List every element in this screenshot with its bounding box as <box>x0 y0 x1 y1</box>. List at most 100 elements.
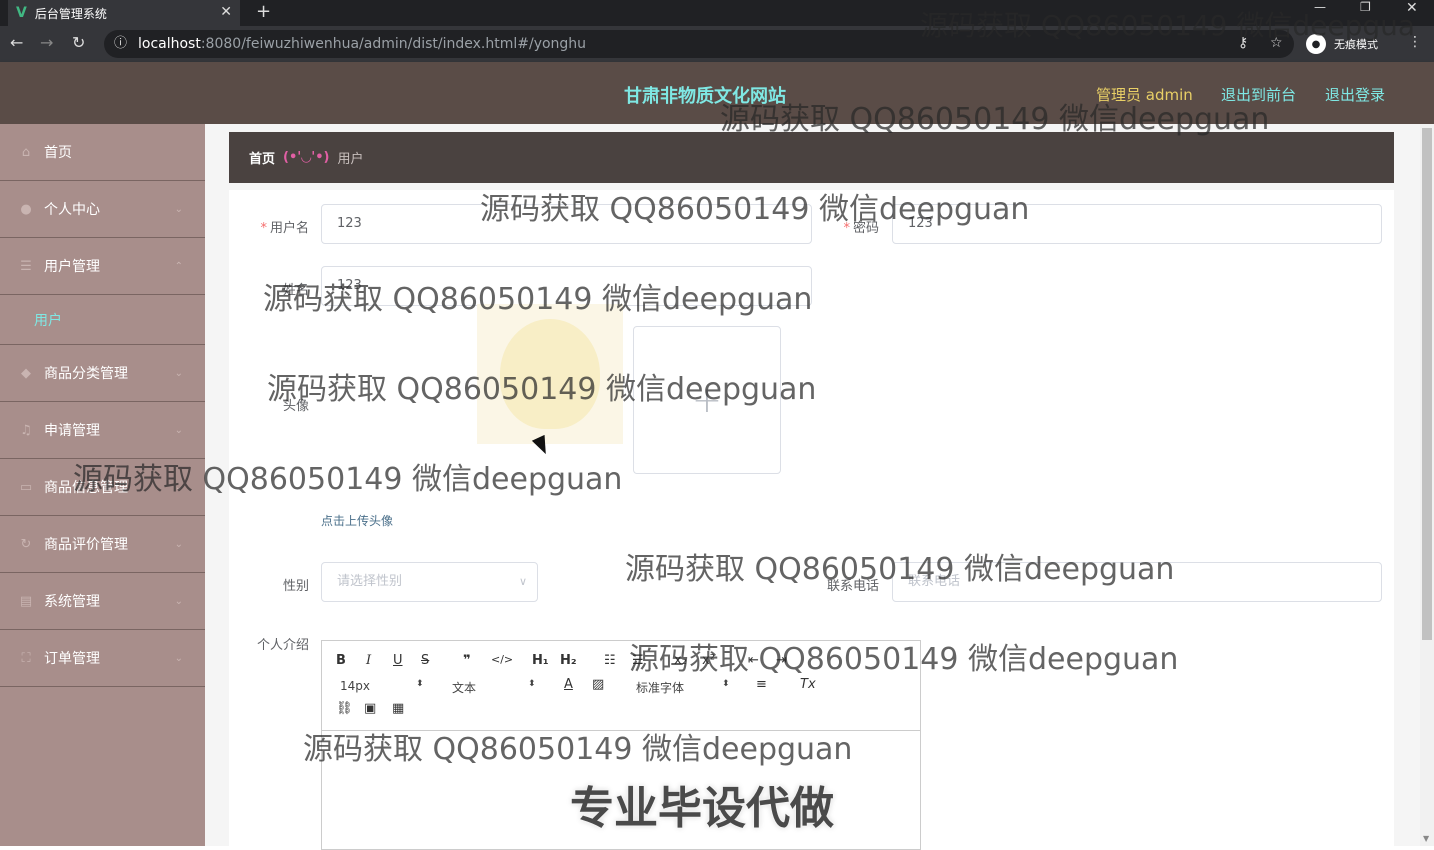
gender-select[interactable]: 请选择性别 ∨ <box>321 562 538 602</box>
sidebar-item-users[interactable]: 用户 <box>0 295 205 345</box>
sidebar: ⌂ 首页 ● 个人中心 ⌄ ☰ 用户管理 ⌃ 用户 ◆ 商品分类管理 ⌄ ♫ 申… <box>0 124 205 846</box>
rich-text-editor: B I U S ❞ </> H₁ H₂ ☷ ☰ x₂ x² ⇤ ⇥ 14px ⬍ … <box>321 640 921 850</box>
plus-icon: + <box>691 379 723 421</box>
sidebar-item-application-management[interactable]: ♫ 申请管理 ⌄ <box>0 402 205 459</box>
subscript-icon[interactable]: x₂ <box>674 653 687 668</box>
editor-content-area[interactable] <box>322 731 920 849</box>
exit-to-front-link[interactable]: 退出到前台 <box>1221 84 1296 105</box>
main-content: 首页 (•'◡'•) 用户 * 用户名 123 * 密码 123 姓名 123 头像… <box>205 124 1420 850</box>
bold-icon[interactable]: B <box>336 653 346 668</box>
font-color-icon[interactable]: A <box>564 677 573 692</box>
username-input[interactable]: 123 <box>321 204 812 244</box>
password-input[interactable]: 123 <box>892 204 1382 244</box>
background-color-icon[interactable]: ▨ <box>592 677 604 692</box>
italic-icon[interactable]: I <box>366 653 371 668</box>
minimize-icon[interactable]: — <box>1314 0 1326 14</box>
site-title: 甘肃非物质文化网站 <box>624 86 786 107</box>
superscript-icon[interactable]: x² <box>702 653 715 668</box>
breadcrumb: 首页 (•'◡'•) 用户 <box>229 132 1394 183</box>
sidebar-item-category-management[interactable]: ◆ 商品分类管理 ⌄ <box>0 345 205 402</box>
new-tab-icon[interactable]: + <box>256 1 271 22</box>
browser-menu-icon[interactable]: ⋮ <box>1408 34 1422 50</box>
key-icon[interactable]: ⚷ <box>1238 35 1248 51</box>
logout-link[interactable]: 退出登录 <box>1325 84 1385 105</box>
restore-icon[interactable]: ❐ <box>1360 0 1371 14</box>
avatar-upload-button[interactable]: + <box>633 326 781 474</box>
font-size-select[interactable]: 14px ⬍ <box>340 679 424 693</box>
reload-icon[interactable]: ↻ <box>72 33 85 52</box>
phone-label: 联系电话 <box>826 579 879 594</box>
incognito-badge[interactable]: ● 无痕模式 <box>1306 30 1378 58</box>
incognito-icon: ● <box>1306 34 1326 54</box>
site-info-icon[interactable]: ⓘ <box>114 30 127 58</box>
sidebar-item-home[interactable]: ⌂ 首页 <box>0 124 205 181</box>
code-block-icon[interactable]: </> <box>491 653 513 666</box>
admin-label: 管理员 admin <box>1096 86 1193 104</box>
chevron-down-icon: ⌄ <box>174 481 183 493</box>
sidebar-item-review-management[interactable]: ↻ 商品评价管理 ⌄ <box>0 516 205 573</box>
app-header: 甘肃非物质文化网站 管理员 admin 退出到前台 退出登录 <box>0 62 1434 124</box>
h2-icon[interactable]: H₂ <box>560 653 577 668</box>
forward-icon[interactable]: → <box>40 33 53 52</box>
sidebar-item-label: 商品分类管理 <box>44 366 128 382</box>
breadcrumb-current: 用户 <box>337 152 364 167</box>
sidebar-item-label: 用户管理 <box>44 259 100 275</box>
sidebar-item-label: 申请管理 <box>44 423 100 439</box>
strike-icon[interactable]: S <box>421 653 429 668</box>
sidebar-item-system-management[interactable]: ▤ 系统管理 ⌄ <box>0 573 205 630</box>
clear-format-icon[interactable]: Tx <box>800 677 816 692</box>
updown-icon: ⬍ <box>722 679 730 689</box>
name-input[interactable]: 123 <box>321 266 812 306</box>
indent-icon[interactable]: ⇥ <box>776 653 787 668</box>
chevron-down-icon: ⌄ <box>174 595 183 607</box>
h1-icon[interactable]: H₁ <box>532 653 549 668</box>
chevron-down-icon: ⌄ <box>174 538 183 550</box>
close-tab-icon[interactable]: ✕ <box>220 4 232 20</box>
chevron-down-icon: ⌄ <box>174 367 183 379</box>
block-type-select[interactable]: 文本 ⬍ <box>452 679 536 696</box>
gender-placeholder: 请选择性别 <box>337 574 403 589</box>
page-scrollbar[interactable]: ▼ <box>1420 124 1434 846</box>
calendar-icon: ▤ <box>19 593 33 609</box>
browser-tab[interactable]: V 后台管理系统 ✕ <box>8 0 240 26</box>
menu-icon: ☰ <box>20 258 32 274</box>
mic-icon: ♫ <box>20 422 32 438</box>
bullet-list-icon[interactable]: ☰ <box>632 653 644 668</box>
ordered-list-icon[interactable]: ☷ <box>604 653 616 668</box>
back-icon[interactable]: ← <box>10 33 23 52</box>
sidebar-item-personal-center[interactable]: ● 个人中心 ⌄ <box>0 181 205 238</box>
url-host: localhost <box>138 36 201 52</box>
breadcrumb-home[interactable]: 首页 <box>249 148 275 167</box>
outdent-icon[interactable]: ⇤ <box>748 653 759 668</box>
sidebar-item-user-management[interactable]: ☰ 用户管理 ⌃ <box>0 238 205 295</box>
scroll-down-arrow-icon[interactable]: ▼ <box>1423 834 1429 843</box>
sidebar-item-product-info-management[interactable]: ▭ 商品信息管理 ⌄ <box>0 459 205 516</box>
underline-icon[interactable]: U <box>393 653 403 668</box>
sidebar-item-order-management[interactable]: ⛶ 订单管理 ⌄ <box>0 630 205 687</box>
sidebar-item-label: 首页 <box>44 145 72 161</box>
link-icon[interactable]: ⛓ <box>336 701 353 716</box>
avatar-image <box>477 304 623 444</box>
scroll-thumb[interactable] <box>1422 128 1432 640</box>
bookmark-star-icon[interactable]: ☆ <box>1270 35 1283 51</box>
url-input[interactable]: ⓘ localhost:8080/feiwuzhiwenhua/admin/di… <box>104 30 1294 58</box>
window-close-icon[interactable]: ✕ <box>1406 0 1418 16</box>
frame-icon: ⛶ <box>21 650 31 666</box>
font-family-select[interactable]: 标准字体 ⬍ <box>636 679 730 696</box>
sidebar-item-label: 商品评价管理 <box>44 537 128 553</box>
chevron-down-icon: ∨ <box>518 575 527 588</box>
blockquote-icon[interactable]: ❞ <box>463 653 471 668</box>
image-icon[interactable]: ▣ <box>364 701 376 716</box>
sidebar-item-label: 商品信息管理 <box>44 480 128 496</box>
align-icon[interactable]: ≡ <box>756 677 767 692</box>
tab-title: 后台管理系统 <box>34 6 107 21</box>
home-icon: ⌂ <box>21 144 31 160</box>
sidebar-item-label: 系统管理 <box>44 594 100 610</box>
tag-icon: ◆ <box>21 365 31 381</box>
address-bar: ← → ↻ ⓘ localhost:8080/feiwuzhiwenhua/ad… <box>0 26 1434 62</box>
gender-label: 性别 <box>282 579 309 594</box>
user-form: * 用户名 123 * 密码 123 姓名 123 头像 + 点击上传头像 性别 请… <box>229 190 1394 850</box>
phone-input[interactable]: 联系电话 <box>892 562 1382 602</box>
video-icon[interactable]: ▦ <box>392 701 404 716</box>
card-icon: ▭ <box>19 479 33 495</box>
